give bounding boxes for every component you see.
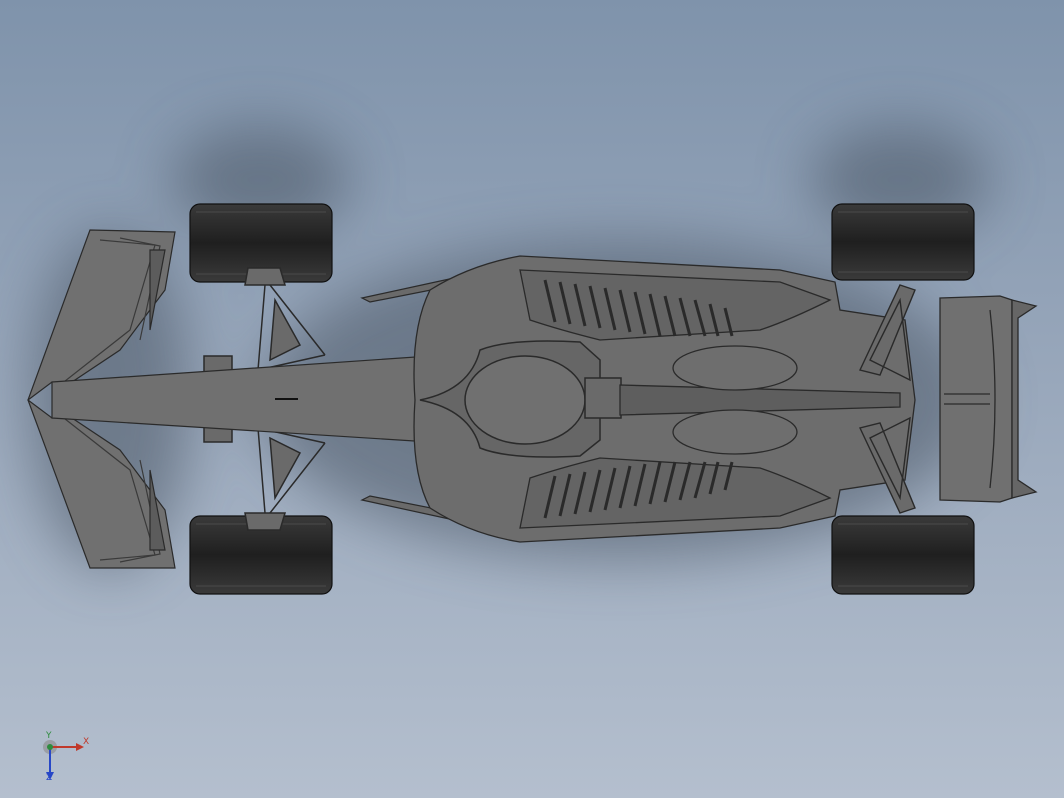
triad-x-label: X [83,737,90,747]
triad-y-label: Y [46,731,52,741]
reference-triad: X Y Z [40,732,100,784]
rear-wing [939,295,1038,503]
graphics-viewport[interactable]: X Y Z [0,0,1064,798]
triad-z-label: Z [46,773,53,783]
car-model-top-view[interactable] [0,0,1064,798]
rear-right-wheel [831,515,975,595]
rear-left-wheel [831,203,975,281]
